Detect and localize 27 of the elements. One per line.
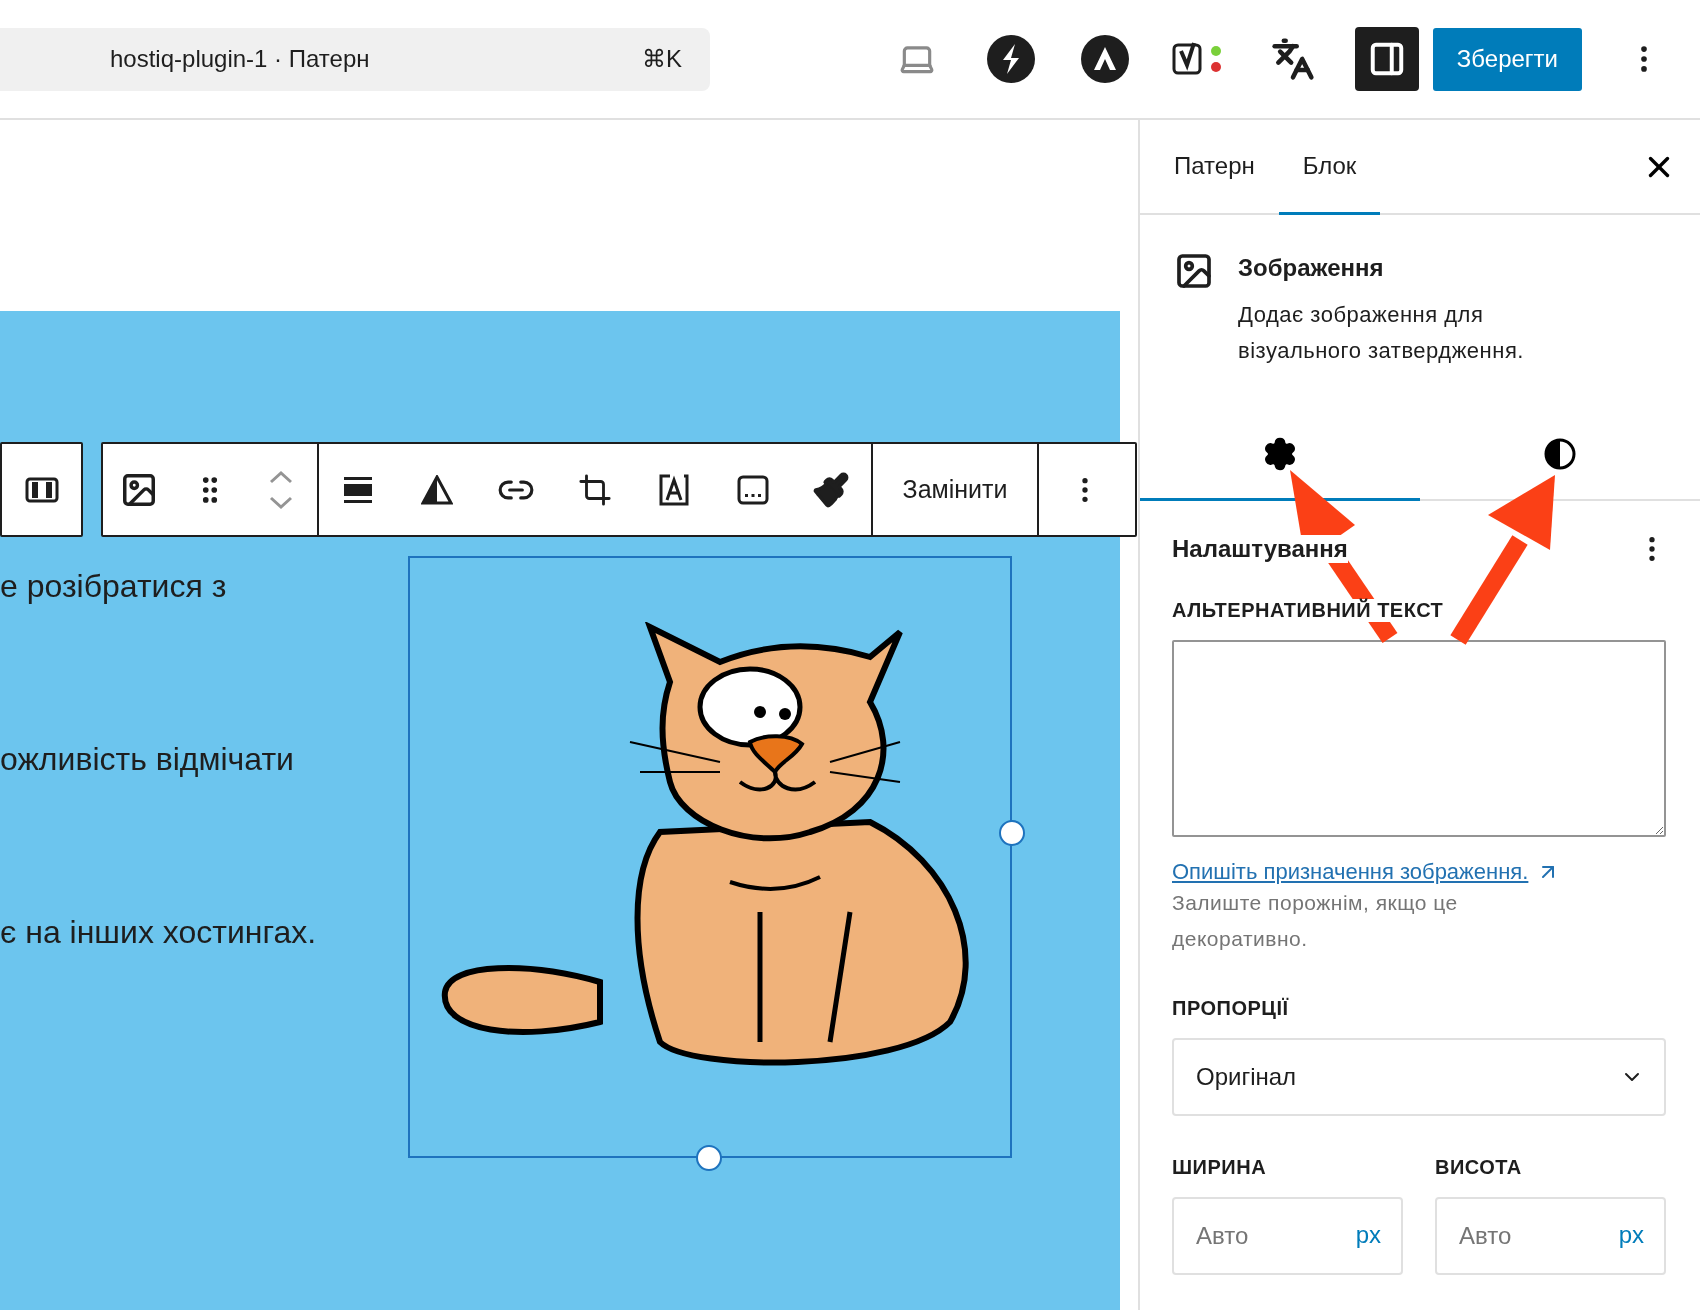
resize-handle[interactable] — [999, 820, 1025, 846]
sidebar-tab[interactable]: Блок — [1278, 120, 1381, 215]
resize-handle[interactable] — [696, 1145, 722, 1171]
field-label: ПРОПОРЦІЇ — [1172, 997, 1289, 1020]
block-title: Зображення — [1238, 253, 1385, 283]
alt-text-field[interactable] — [1172, 640, 1666, 837]
document-title: hostiq-plugin-1 · Патерн — [110, 45, 370, 73]
image-icon — [1174, 251, 1214, 291]
settings-icon — [1263, 436, 1297, 471]
unit-label: px — [1355, 1221, 1381, 1249]
paragraph-text: є на інших хостингах. — [0, 913, 318, 952]
aspect-ratio-select[interactable]: Оригінал — [1172, 1038, 1666, 1116]
paragraph-text: е розібратися з — [0, 567, 228, 606]
sidebar-toggle[interactable] — [1354, 27, 1419, 91]
contrast-icon — [1543, 436, 1577, 471]
save-button[interactable]: Зберегти — [1432, 27, 1582, 91]
replace-button[interactable]: Замінити — [888, 475, 1022, 504]
help-text: Залиште порожнім, якщо це декоративно. — [1172, 890, 1459, 952]
command-search[interactable]: hostiq-plugin-1 · Патерн ⌘K — [0, 27, 710, 91]
help-link[interactable]: Опишіть призначення зображення. — [1172, 859, 1561, 885]
paragraph-text: ожливість відмічати — [0, 740, 295, 779]
sidebar-tab[interactable]: Патерн — [1150, 120, 1279, 215]
panel-title: Налаштування — [1172, 535, 1348, 563]
field-label: АЛЬТЕРНАТИВНИЙ ТЕКСТ — [1172, 599, 1444, 622]
shortcut-hint: ⌘K — [642, 45, 682, 73]
unit-label: px — [1618, 1221, 1644, 1249]
block-description: Додає зображення для візуального затвердження. — [1238, 301, 1525, 365]
